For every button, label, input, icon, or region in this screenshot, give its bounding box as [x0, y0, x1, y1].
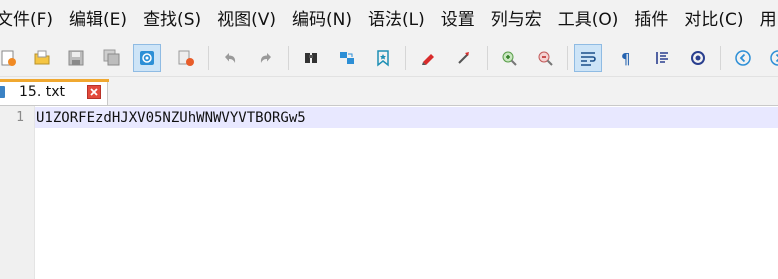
menu-tools[interactable]: 工具(O) — [550, 0, 627, 40]
new-file-icon — [1, 50, 16, 66]
record-macro-icon — [422, 54, 434, 65]
line-number-gutter: 1 — [0, 106, 35, 279]
close-icon — [90, 88, 98, 96]
find-icon — [305, 53, 317, 63]
zoom-out-button[interactable] — [531, 44, 559, 72]
editor-area[interactable]: 1 U1ZORFEzdHJXV05NZUhWNWVYVTBORGw5 — [0, 106, 778, 279]
tab-label: 15. txt — [19, 84, 65, 100]
menu-compare[interactable]: 对比(C) — [676, 0, 751, 40]
open-file-icon — [34, 50, 50, 65]
menu-encoding[interactable]: 编码(N) — [284, 0, 360, 40]
next-icon — [770, 50, 778, 66]
menu-file[interactable]: 文件(F) — [0, 0, 61, 40]
tab-close-button[interactable] — [87, 85, 101, 99]
active-tab-indicator — [0, 79, 109, 82]
settings-icon — [691, 51, 705, 65]
indent-guide-icon — [656, 52, 668, 64]
menu-more[interactable]: 用 — [752, 0, 778, 40]
previous-button[interactable] — [729, 44, 757, 72]
settings-button[interactable] — [684, 44, 712, 72]
close-file-button[interactable] — [172, 44, 200, 72]
undo-button[interactable] — [216, 44, 244, 72]
show-all-characters-icon: ¶ — [621, 50, 631, 67]
new-file-button[interactable] — [0, 44, 22, 72]
svg-text:¶: ¶ — [621, 50, 631, 67]
previous-icon — [735, 50, 751, 66]
word-wrap-icon — [581, 52, 596, 66]
web-icon — [140, 51, 154, 65]
bookmark-button[interactable] — [369, 44, 397, 72]
word-wrap-button[interactable] — [574, 44, 602, 72]
undo-icon — [225, 53, 236, 63]
record-macro-button[interactable] — [414, 44, 442, 72]
close-file-icon — [178, 50, 194, 66]
show-all-characters-button[interactable]: ¶ — [612, 44, 640, 72]
tab-15-txt[interactable]: 15. txt — [0, 79, 109, 105]
tab-bar: 15. txt — [0, 77, 778, 106]
menu-macro[interactable]: 列与宏 — [483, 0, 550, 40]
open-file-button[interactable] — [28, 44, 56, 72]
find-button[interactable] — [297, 44, 325, 72]
save-button[interactable] — [62, 44, 90, 72]
play-macro-button[interactable] — [450, 44, 478, 72]
save-all-icon — [103, 49, 120, 66]
save-all-button[interactable] — [98, 44, 126, 72]
menu-view[interactable]: 视图(V) — [209, 0, 284, 40]
editor-line-text[interactable]: U1ZORFEzdHJXV05NZUhWNWVYVTBORGw5 — [36, 108, 306, 128]
zoom-out-icon — [538, 51, 553, 66]
toolbar: ¶ — [0, 40, 778, 77]
save-icon — [68, 50, 84, 66]
menu-search[interactable]: 查找(S) — [135, 0, 209, 40]
bookmark-icon — [377, 50, 389, 67]
indent-guide-button[interactable] — [648, 44, 676, 72]
line-number: 1 — [16, 110, 24, 125]
menu-plugins[interactable]: 插件 — [626, 0, 676, 40]
menu-language[interactable]: 语法(L) — [360, 0, 433, 40]
web-button[interactable] — [133, 44, 161, 72]
notepad-window: 文件(F) 编辑(E) 查找(S) 视图(V) 编码(N) 语法(L) 设置 列… — [0, 0, 778, 279]
menu-settings[interactable]: 设置 — [433, 0, 483, 40]
file-icon — [0, 86, 5, 98]
zoom-in-icon — [502, 51, 517, 66]
redo-icon — [260, 53, 271, 63]
redo-button[interactable] — [252, 44, 280, 72]
replace-icon — [340, 52, 354, 64]
menu-edit[interactable]: 编辑(E) — [61, 0, 135, 40]
play-macro-icon — [458, 52, 469, 64]
replace-button[interactable] — [333, 44, 361, 72]
next-button[interactable] — [764, 44, 778, 72]
zoom-in-button[interactable] — [495, 44, 523, 72]
menu-bar: 文件(F) 编辑(E) 查找(S) 视图(V) 编码(N) 语法(L) 设置 列… — [0, 0, 778, 40]
